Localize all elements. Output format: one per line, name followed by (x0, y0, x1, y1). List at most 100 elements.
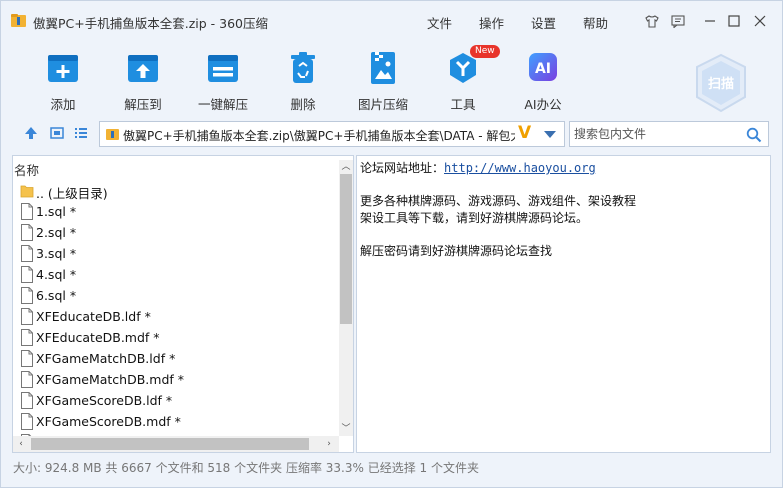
up-arrow-icon[interactable] (23, 125, 39, 141)
file-name: .. (上级目录) (36, 186, 108, 201)
search-box (569, 121, 769, 147)
search-input[interactable] (574, 126, 734, 142)
file-name: XFEducateDB.ldf * (36, 309, 151, 324)
image-compress-icon (364, 49, 402, 87)
column-header-name[interactable]: 名称 (14, 160, 39, 179)
minimize-button[interactable] (699, 11, 721, 31)
file-name: XFEducateDB.mdf * (36, 330, 160, 345)
comment-line-4: 解压密码请到好游棋牌源码论坛查找 (360, 244, 553, 258)
image-compress-label: 图片压缩 (357, 97, 408, 112)
window-title: 傲翼PC+手机捕鱼版本全套.zip - 360压缩 (33, 16, 268, 31)
minimize-icon (705, 20, 715, 22)
add-button[interactable]: 添加 (23, 49, 103, 113)
file-name: XFGameScoreDB.ldf * (36, 393, 173, 408)
list-item[interactable]: XFGameScoreDB.ldf * (13, 390, 339, 411)
status-bar: 大小: 924.8 MB 共 6667 个文件和 518 个文件夹 压缩率 33… (13, 461, 479, 475)
menu-operate[interactable]: 操作 (479, 13, 504, 32)
list-item[interactable]: XFGameMatchDB.mdf * (13, 369, 339, 390)
scroll-left-icon[interactable]: ‹ (15, 438, 27, 450)
file-icon (21, 287, 33, 304)
list-item[interactable]: 4.sql * (13, 264, 339, 285)
file-list: .. (上级目录) 1.sql * 2.sql * 3.sql * 4.sql * 6.s… (13, 180, 339, 438)
title-bar: 傲翼PC+手机捕鱼版本全套.zip - 360压缩 文件 操作 设置 帮助 (1, 1, 782, 41)
file-icon (21, 308, 33, 325)
verified-badge: V (518, 123, 532, 143)
comment-line-3: 架设工具等下载，请到好游棋牌源码论坛。 (360, 211, 589, 225)
maximize-button[interactable] (723, 11, 745, 31)
delete-button[interactable]: 删除 (263, 49, 343, 113)
thumbnail-view-icon[interactable] (49, 125, 65, 141)
extract-to-icon (124, 49, 162, 87)
feedback-button[interactable] (667, 11, 689, 31)
file-icon (21, 329, 33, 346)
scroll-up-icon[interactable]: ︿ (341, 161, 351, 173)
list-item[interactable]: .. (上级目录) (13, 180, 339, 201)
file-icon (21, 266, 33, 283)
close-button[interactable] (749, 11, 771, 31)
ai-office-button[interactable]: AI AI办公 (503, 49, 583, 113)
address-path: 傲翼PC+手机捕鱼版本全套.zip\傲翼PC+手机捕鱼版本全套\DATA - 解… (123, 129, 515, 143)
trash-icon (284, 49, 322, 87)
add-archive-icon (44, 49, 82, 87)
file-icon (21, 371, 33, 388)
tools-label: 工具 (450, 97, 476, 112)
scroll-down-icon[interactable]: ﹀ (341, 423, 351, 435)
list-item[interactable]: 6.sql * (13, 285, 339, 306)
one-click-extract-icon (204, 49, 242, 87)
file-list-pane: 名称 .. (上级目录) 1.sql * 2.sql * 3.sql * 4.sql *… (12, 155, 354, 453)
list-view-icon[interactable] (73, 125, 89, 141)
forum-label: 论坛网站地址： (360, 161, 445, 175)
tools-button[interactable]: New 工具 (423, 45, 503, 113)
file-name: XFGameScoreDB.mdf * (36, 414, 181, 429)
list-item[interactable]: XFEducateDB.ldf * (13, 306, 339, 327)
skin-button[interactable] (641, 11, 663, 31)
comment-line-2: 更多各种棋牌源码、游戏源码、游戏组件、架设教程 (360, 194, 637, 208)
address-bar[interactable]: 傲翼PC+手机捕鱼版本全套.zip\傲翼PC+手机捕鱼版本全套\DATA - 解… (99, 121, 565, 147)
list-item[interactable]: 3.sql * (13, 243, 339, 264)
menu-file[interactable]: 文件 (427, 13, 452, 32)
message-icon (671, 14, 685, 28)
scan-button[interactable]: 扫描 (693, 53, 749, 113)
dropdown-arrow-icon[interactable] (544, 131, 556, 138)
file-icon (21, 224, 33, 241)
address-row: 傲翼PC+手机捕鱼版本全套.zip\傲翼PC+手机捕鱼版本全套\DATA - 解… (1, 119, 782, 149)
ai-office-icon: AI (524, 49, 562, 87)
one-click-extract-button[interactable]: 一键解压 (183, 49, 263, 113)
file-icon (21, 203, 33, 220)
archive-icon (106, 129, 119, 140)
file-icon (21, 392, 33, 409)
menu-help[interactable]: 帮助 (583, 13, 608, 32)
image-compress-button[interactable]: 图片压缩 (343, 49, 423, 113)
archive-app-icon (11, 14, 26, 27)
horizontal-scrollbar[interactable]: ‹ › (13, 436, 339, 452)
shield-scan-icon: 扫描 (696, 53, 746, 113)
scan-label: 扫描 (708, 76, 734, 92)
vertical-scrollbar[interactable]: ︿ ﹀ (339, 160, 353, 436)
list-item[interactable]: XFGameScoreDB.mdf * (13, 411, 339, 432)
list-item[interactable]: 1.sql * (13, 201, 339, 222)
scroll-right-icon[interactable]: › (323, 438, 335, 450)
close-icon (754, 15, 766, 27)
file-icon (21, 413, 33, 430)
forum-line: 论坛网站地址：http://www.haoyou.org (360, 159, 596, 176)
file-name: 6.sql * (36, 288, 77, 303)
list-item[interactable]: 2.sql * (13, 222, 339, 243)
search-icon[interactable] (746, 127, 762, 143)
one-click-extract-label: 一键解压 (197, 97, 248, 112)
file-name: 3.sql * (36, 246, 77, 261)
tshirt-icon (645, 14, 659, 28)
vertical-scroll-thumb[interactable] (340, 174, 352, 324)
ai-glyph: AI (535, 61, 551, 77)
forum-link[interactable]: http://www.haoyou.org (444, 161, 596, 175)
extract-to-button[interactable]: 解压到 (103, 49, 183, 113)
list-item[interactable]: XFEducateDB.mdf * (13, 327, 339, 348)
folder-icon (20, 185, 34, 198)
file-icon (21, 245, 33, 262)
horizontal-scroll-thumb[interactable] (31, 438, 309, 450)
extract-to-label: 解压到 (124, 97, 162, 112)
add-label: 添加 (50, 97, 76, 112)
file-name: 1.sql * (36, 204, 77, 219)
menu-settings[interactable]: 设置 (531, 13, 556, 32)
delete-label: 删除 (290, 97, 316, 112)
list-item[interactable]: XFGameMatchDB.ldf * (13, 348, 339, 369)
